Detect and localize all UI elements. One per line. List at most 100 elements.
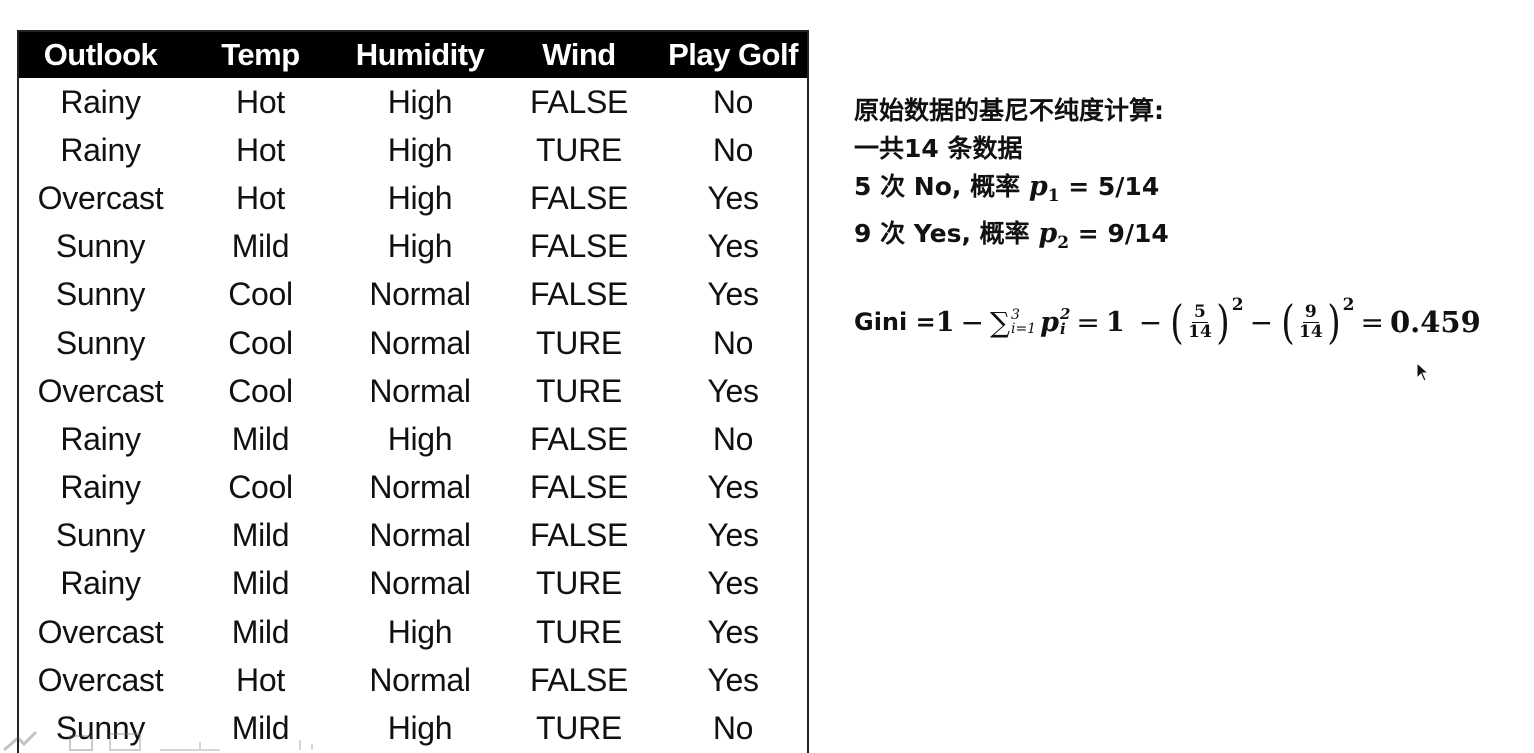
gini-formula: Gini = 1 − ∑ 3 i=1 p 2 i = 1 − ( 5 14 ) … (854, 292, 1481, 352)
cell-wind: TURE (536, 131, 622, 168)
fraction-9-14: 9 14 (1298, 301, 1324, 342)
cell-humidity: Normal (369, 565, 471, 602)
golf-data-table: Outlook Temp Humidity Wind Play Golf Rai… (19, 32, 807, 753)
cell-humidity: Normal (369, 324, 471, 361)
cell-outlook: Rainy (60, 565, 141, 602)
fraction-1-square: 2 (1231, 295, 1244, 315)
table-row: Sunny Cool Normal FALSE Yes (19, 271, 807, 319)
column-header-outlook: Outlook (19, 32, 182, 78)
cell-temp: Mild (231, 517, 290, 554)
cell-humidity: Normal (369, 661, 471, 698)
cell-humidity: Normal (369, 372, 471, 409)
sum-lower-limit: i=1 (1010, 321, 1037, 337)
p-i-subscript: i (1059, 320, 1066, 338)
cell-wind: FALSE (529, 420, 629, 457)
table-row: Rainy Hot High FALSE No (19, 78, 807, 126)
cell-temp: Mild (231, 228, 290, 265)
cell-temp: Cool (228, 372, 293, 409)
cell-outlook: Rainy (60, 420, 141, 457)
fraction-2-square: 2 (1342, 295, 1355, 315)
cell-play-golf: Yes (707, 276, 759, 313)
cell-humidity: High (387, 420, 453, 457)
column-header-wind: Wind (501, 32, 657, 78)
notes-no-probability: 5 次 No, 概率 p1 = 5/14 (854, 168, 1169, 215)
cell-temp: Hot (236, 83, 285, 120)
formula-equals-2: = (1360, 305, 1384, 339)
cell-wind: TURE (536, 324, 622, 361)
cell-wind: FALSE (529, 83, 629, 120)
cell-humidity: Normal (369, 276, 471, 313)
fraction-term-1: ( 5 14 ) 2 (1170, 295, 1244, 349)
p2-subscript: 2 (1057, 233, 1070, 253)
p1-symbol: p1 (1028, 171, 1060, 206)
cell-play-golf: Yes (707, 469, 759, 506)
cell-temp: Cool (228, 324, 293, 361)
formula-label: Gini = (854, 308, 936, 336)
cell-play-golf: Yes (707, 517, 759, 554)
fraction-2-numerator: 9 (1302, 301, 1319, 323)
cell-play-golf: Yes (707, 228, 759, 265)
formula-one: 1 (935, 306, 955, 338)
cell-play-golf: No (712, 131, 754, 168)
table-row: Overcast Mild High TURE Yes (19, 608, 807, 656)
no-probability-value: = 5/14 (1059, 172, 1160, 201)
p-i-scripts: 2 i (1060, 307, 1070, 337)
notes-yes-probability: 9 次 Yes, 概率 p2 = 9/14 (854, 215, 1169, 262)
yes-probability-value: = 9/14 (1069, 219, 1169, 248)
fraction-2-denominator: 14 (1299, 321, 1323, 342)
cell-humidity: Normal (369, 469, 471, 506)
table-row: Sunny Mild High FALSE Yes (19, 223, 807, 271)
cell-outlook: Sunny (55, 228, 146, 265)
cell-play-golf: Yes (707, 613, 759, 650)
formula-minus-1: − (960, 305, 984, 339)
formula-minus-3: − (1249, 305, 1274, 339)
fraction-1-denominator: 14 (1188, 321, 1212, 342)
cell-temp: Mild (231, 565, 290, 602)
sigma-symbol: ∑ (989, 305, 1010, 339)
table-row: Overcast Hot High FALSE Yes (19, 174, 807, 222)
formula-one-b: 1 (1105, 306, 1125, 338)
cell-play-golf: No (712, 710, 754, 747)
p1-subscript: 1 (1047, 186, 1060, 206)
cell-outlook: Rainy (60, 469, 141, 506)
cell-wind: FALSE (529, 661, 629, 698)
table-row: Overcast Cool Normal TURE Yes (19, 367, 807, 415)
cell-wind: FALSE (529, 469, 629, 506)
cell-play-golf: Yes (707, 661, 759, 698)
cell-play-golf: No (712, 324, 754, 361)
mouse-cursor-icon (1416, 362, 1430, 382)
cell-outlook: Overcast (37, 613, 164, 650)
fraction-term-2: ( 9 14 ) 2 (1281, 295, 1355, 349)
cell-outlook: Sunny (55, 276, 146, 313)
cell-outlook: Sunny (55, 517, 146, 554)
cell-outlook: Rainy (60, 83, 141, 120)
column-header-temp: Temp (182, 32, 339, 78)
summation-limits: 3 i=1 (1011, 308, 1036, 336)
table-row: Overcast Hot Normal FALSE Yes (19, 656, 807, 704)
p1-var: p (1028, 171, 1048, 202)
cell-temp: Cool (228, 469, 293, 506)
yes-count-text: 9 次 Yes, 概率 (854, 219, 1039, 248)
notes-total-count: 一共14 条数据 (854, 134, 1023, 163)
formula-minus-2: − (1138, 305, 1163, 339)
cell-wind: TURE (536, 710, 622, 747)
cell-wind: TURE (536, 565, 622, 602)
golf-data-table-container: Outlook Temp Humidity Wind Play Golf Rai… (17, 30, 809, 753)
cell-wind: TURE (536, 372, 622, 409)
cell-play-golf: No (712, 420, 754, 457)
cell-humidity: Normal (369, 517, 471, 554)
p-i-squared: p 2 i (1040, 307, 1070, 338)
cell-wind: TURE (536, 613, 622, 650)
cell-play-golf: Yes (707, 372, 759, 409)
cell-temp: Cool (228, 276, 293, 313)
cell-wind: FALSE (529, 276, 629, 313)
fraction-1-numerator: 5 (1192, 301, 1208, 323)
summation: ∑ 3 i=1 (990, 306, 1036, 339)
cell-play-golf: No (712, 83, 754, 120)
table-row: Sunny Mild Normal FALSE Yes (19, 512, 807, 560)
fraction-5-14: 5 14 (1187, 301, 1213, 342)
cell-outlook: Overcast (37, 661, 164, 698)
cell-play-golf: Yes (707, 179, 759, 216)
cell-humidity: High (387, 131, 453, 168)
cell-temp: Hot (236, 131, 285, 168)
